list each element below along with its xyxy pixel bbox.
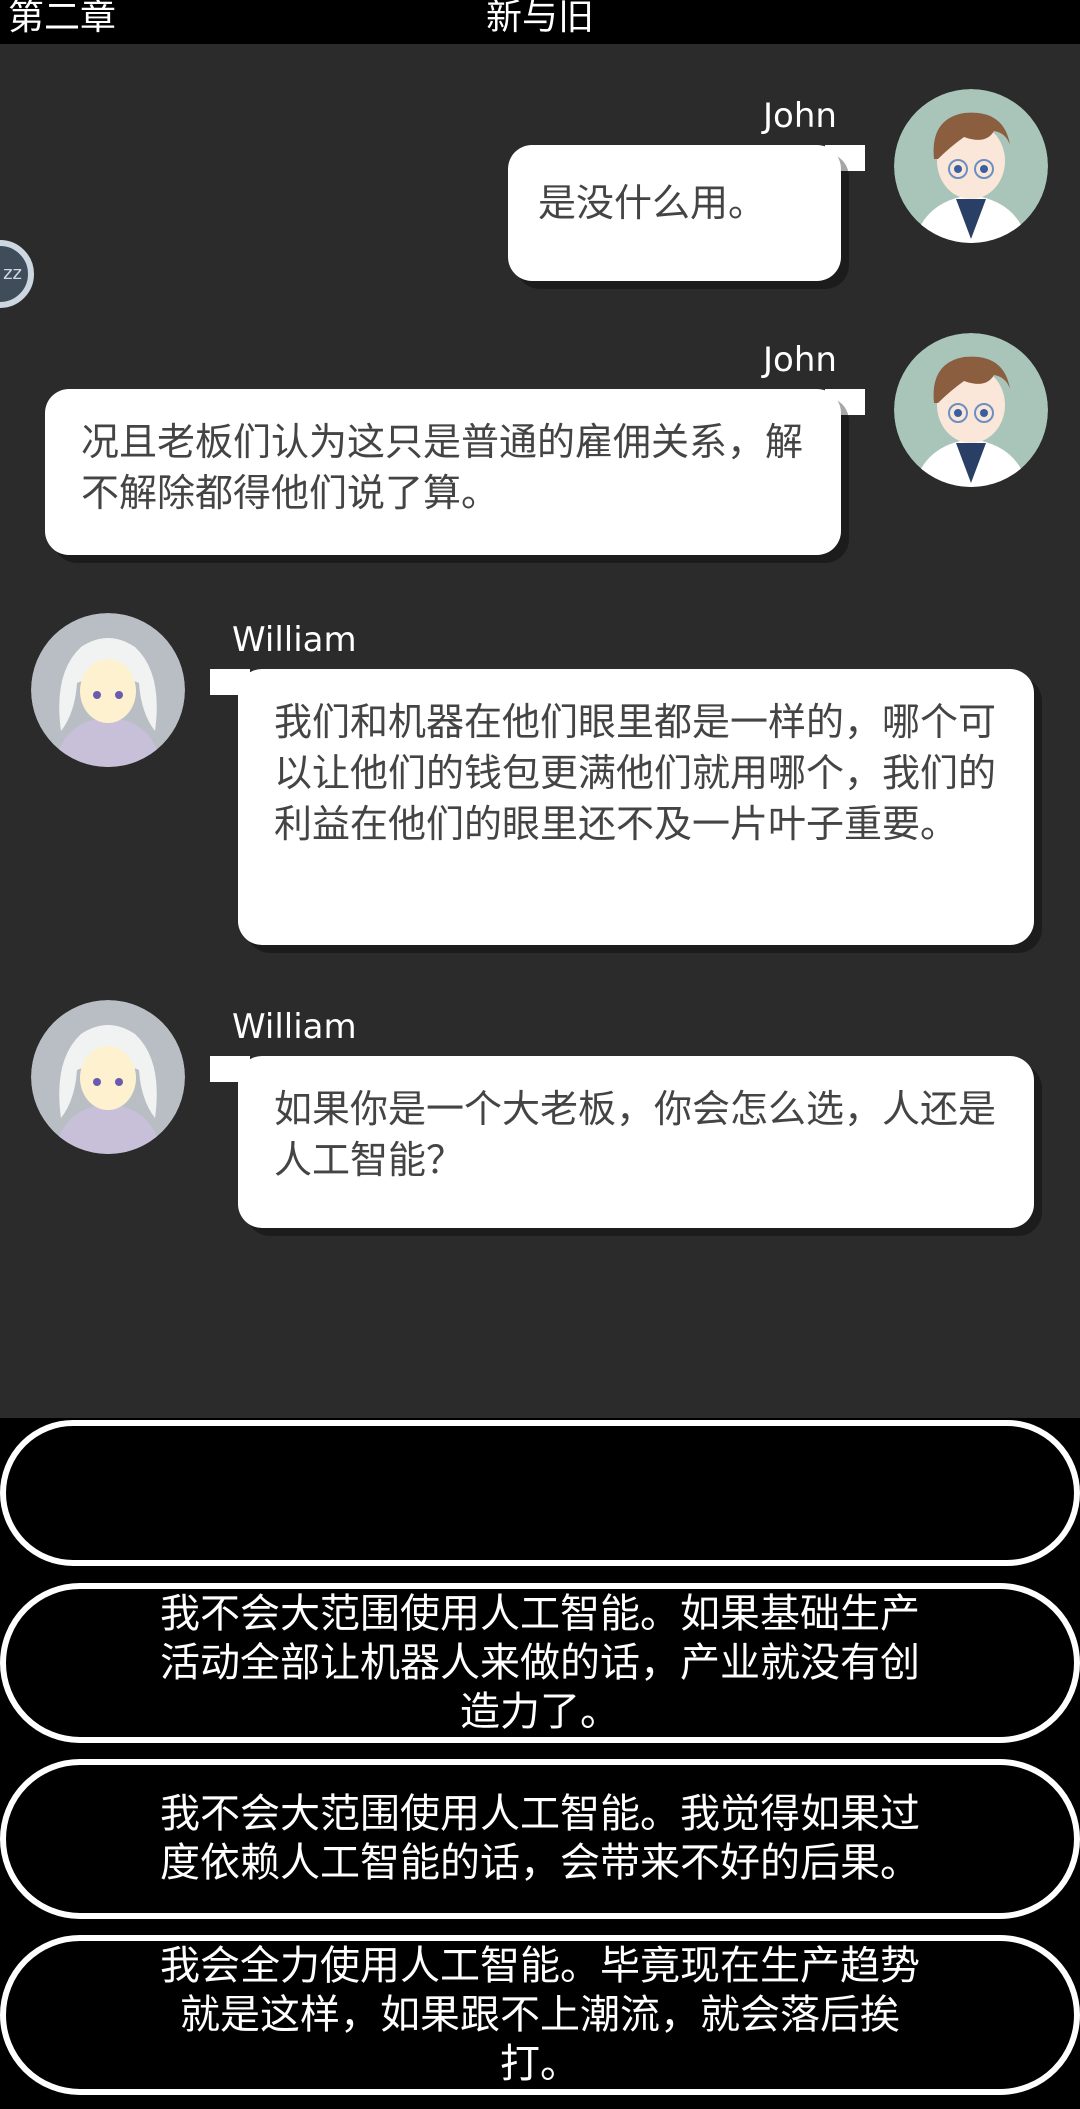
message-bubble: 是没什么用。 <box>508 145 841 281</box>
choice-button-empty[interactable] <box>0 1420 1080 1566</box>
sleep-icon: zz <box>3 263 22 284</box>
choice-text: 我不会大范围使用人工智能。我觉得如果过度依赖人工智能的话，会带来不好的后果。 <box>160 1791 920 1886</box>
sleep-button[interactable]: zz <box>0 240 34 308</box>
chat-area[interactable]: zz John 是没什么用。 John 况且老板们认为这只是普通的雇佣关系，解不… <box>0 44 1080 1418</box>
choice-text: 我不会大范围使用人工智能。如果基础生产活动全部让机器人来做的话，产业就没有创造力… <box>160 1590 920 1735</box>
john-avatar-icon <box>894 89 1048 243</box>
speaker-name: John <box>763 96 837 136</box>
message-bubble: 况且老板们认为这只是普通的雇佣关系，解不解除都得他们说了算。 <box>45 389 841 555</box>
top-bar: 第二章 新与旧 <box>0 0 1080 44</box>
message-text: 况且老板们认为这只是普通的雇佣关系，解不解除都得他们说了算。 <box>81 420 804 515</box>
message-text: 是没什么用。 <box>538 181 767 225</box>
john-avatar-icon <box>894 333 1048 487</box>
choice-button-2[interactable]: 我不会大范围使用人工智能。我觉得如果过度依赖人工智能的话，会带来不好的后果。 <box>0 1759 1080 1919</box>
william-avatar-icon <box>31 613 185 767</box>
speaker-name: William <box>232 620 357 660</box>
speaker-name: William <box>232 1007 357 1047</box>
avatar-john <box>894 89 1048 243</box>
avatar-william <box>31 613 185 767</box>
message-bubble: 如果你是一个大老板，你会怎么选，人还是人工智能？ <box>238 1056 1034 1228</box>
choice-button-1[interactable]: 我不会大范围使用人工智能。如果基础生产活动全部让机器人来做的话，产业就没有创造力… <box>0 1583 1080 1743</box>
choice-button-3[interactable]: 我会全力使用人工智能。毕竟现在生产趋势就是这样，如果跟不上潮流，就会落后挨打。 <box>0 1935 1080 2095</box>
avatar-john <box>894 333 1048 487</box>
avatar-william <box>31 1000 185 1154</box>
choice-text: 我会全力使用人工智能。毕竟现在生产趋势就是这样，如果跟不上潮流，就会落后挨打。 <box>160 1942 920 2087</box>
william-avatar-icon <box>31 1000 185 1154</box>
message-text: 如果你是一个大老板，你会怎么选，人还是人工智能？ <box>274 1087 997 1182</box>
page-title: 新与旧 <box>485 0 594 38</box>
message-bubble: 我们和机器在他们眼里都是一样的，哪个可以让他们的钱包更满他们就用哪个，我们的利益… <box>238 669 1034 945</box>
speaker-name: John <box>763 340 837 380</box>
message-text: 我们和机器在他们眼里都是一样的，哪个可以让他们的钱包更满他们就用哪个，我们的利益… <box>274 700 997 846</box>
